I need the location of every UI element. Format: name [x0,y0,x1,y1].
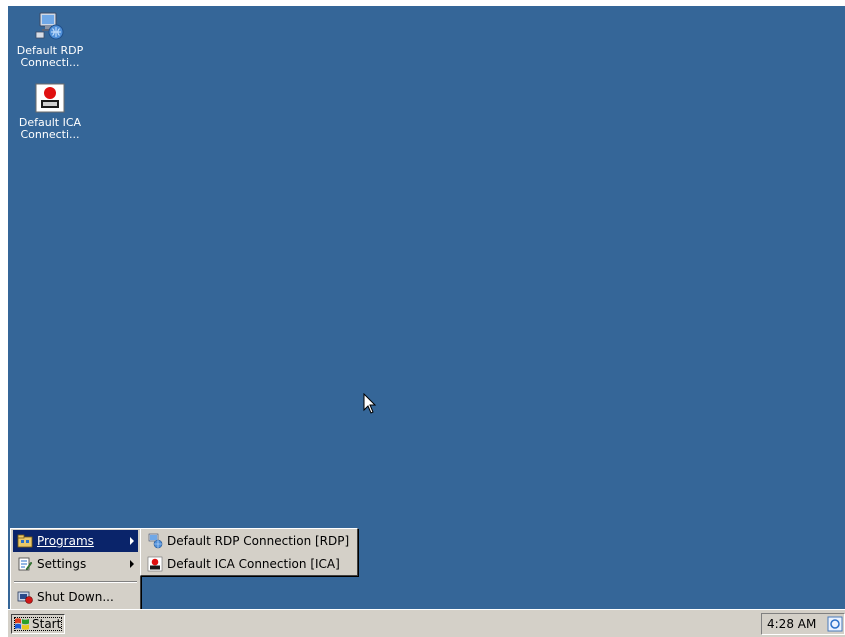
menu-separator [14,581,137,583]
settings-icon [18,557,33,571]
network-tray-icon[interactable] [827,616,843,632]
rdp-computer-icon [148,533,163,549]
ica-citrix-icon [147,556,163,572]
start-menu-item-label: Programs [37,534,94,548]
shutdown-icon [17,591,33,604]
taskbar-clock[interactable]: 4:28 AM [767,614,816,634]
start-button-label: Start [32,617,62,631]
programs-item-ica[interactable]: Default ICA Connection [ICA] [143,553,355,575]
desktop-icon-label-line2: Connecti... [20,56,80,69]
taskbar: Start 4:28 AM [8,609,845,637]
programs-item-label: Default ICA Connection [ICA] [167,557,340,571]
start-button[interactable]: Start [11,614,65,634]
programs-item-rdp[interactable]: Default RDP Connection [RDP] [143,530,355,552]
start-menu-item-label: Shut Down... [37,590,114,604]
desktop-icon-ica[interactable]: Default ICA Connecti... [10,82,90,141]
submenu-arrow-icon [130,560,134,568]
system-tray: 4:28 AM [761,613,845,635]
programs-folder-icon [17,534,33,548]
desktop-icon-label-line2: Connecti... [20,128,80,141]
mouse-cursor-icon [363,393,377,414]
desktop-icon-rdp[interactable]: Default RDP Connecti... [10,10,90,69]
programs-item-label: Default RDP Connection [RDP] [167,534,350,548]
screen: Default RDP Connecti... Default ICA Conn… [0,0,845,637]
rdp-computer-icon [35,12,64,40]
start-menu-item-shutdown[interactable]: Shut Down... [13,586,138,608]
programs-submenu: Default RDP Connection [RDP] Default ICA… [140,528,358,576]
ica-citrix-icon [35,83,65,113]
start-menu: Programs Settings Shut Down... [10,528,141,610]
windows-logo-icon [15,618,29,630]
desktop[interactable]: Default RDP Connecti... Default ICA Conn… [8,6,845,609]
start-menu-item-settings[interactable]: Settings [13,553,138,575]
start-menu-item-label: Settings [37,557,87,571]
start-menu-item-programs[interactable]: Programs [13,530,138,552]
submenu-arrow-icon [130,537,134,545]
